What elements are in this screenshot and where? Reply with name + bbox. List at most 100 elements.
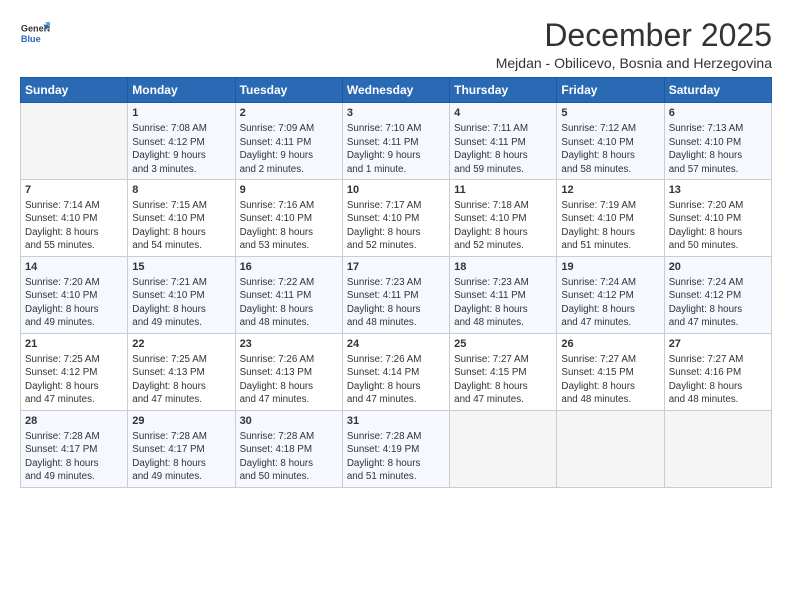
table-row: 22Sunrise: 7:25 AMSunset: 4:13 PMDayligh… [128, 333, 235, 410]
cell-info: Sunrise: 7:27 AMSunset: 4:16 PMDaylight:… [669, 354, 744, 406]
day-number: 27 [669, 337, 767, 352]
table-row: 12Sunrise: 7:19 AMSunset: 4:10 PMDayligh… [557, 180, 664, 257]
table-row: 28 Sunrise: 7:28 AMSunset: 4:17 PMDayligh… [21, 410, 128, 487]
cell-info: Sunrise: 7:12 AMSunset: 4:10 PMDaylight:… [561, 123, 636, 175]
cell-info: Sunrise: 7:16 AMSunset: 4:10 PMDaylight:… [240, 200, 315, 252]
table-row: 5 Sunrise: 7:12 AMSunset: 4:10 PMDaylight… [557, 103, 664, 180]
cell-info: Sunrise: 7:24 AMSunset: 4:12 PMDaylight:… [561, 277, 636, 329]
cell-info: Sunrise: 7:09 AMSunset: 4:11 PMDaylight:… [240, 123, 315, 175]
logo: General Blue [20, 18, 50, 48]
day-number: 13 [669, 183, 767, 198]
day-number: 8 [132, 183, 230, 198]
day-number: 21 [25, 337, 123, 352]
calendar-table: Sunday Monday Tuesday Wednesday Thursday… [20, 77, 772, 488]
cell-info: Sunrise: 7:11 AMSunset: 4:11 PMDaylight:… [454, 123, 528, 175]
cell-info: Sunrise: 7:22 AMSunset: 4:11 PMDaylight:… [240, 277, 315, 329]
day-number: 1 [132, 106, 230, 121]
cell-info: Sunrise: 7:20 AMSunset: 4:10 PMDaylight:… [669, 200, 744, 252]
day-number: 23 [240, 337, 338, 352]
table-row: 2 Sunrise: 7:09 AMSunset: 4:11 PMDaylight… [235, 103, 342, 180]
cell-info: Sunrise: 7:26 AMSunset: 4:14 PMDaylight:… [347, 354, 422, 406]
table-row: 23 Sunrise: 7:26 AMSunset: 4:13 PMDayligh… [235, 333, 342, 410]
cell-info: Sunrise: 7:14 AMSunset: 4:10 PMDaylight:… [25, 200, 100, 252]
day-number: 3 [347, 106, 445, 121]
cell-info: Sunrise: 7:27 AMSunset: 4:15 PMDaylight:… [454, 354, 529, 406]
col-saturday: Saturday [664, 78, 771, 103]
cell-info: Sunrise: 7:28 AMSunset: 4:18 PMDaylight:… [240, 431, 315, 483]
day-number: 15 [132, 260, 230, 275]
cell-info: Sunrise: 7:28 AMSunset: 4:19 PMDaylight:… [347, 431, 422, 483]
table-row: 9 Sunrise: 7:16 AMSunset: 4:10 PMDaylight… [235, 180, 342, 257]
table-row [450, 410, 557, 487]
cell-info: Sunrise: 7:26 AMSunset: 4:13 PMDaylight:… [240, 354, 315, 406]
header: General Blue December 2025 Mejdan - Obil… [20, 18, 772, 71]
cell-info: Sunrise: 7:23 AMSunset: 4:11 PMDaylight:… [347, 277, 422, 329]
day-number: 29 [132, 414, 230, 429]
day-number: 5 [561, 106, 659, 121]
table-row: 7 Sunrise: 7:14 AMSunset: 4:10 PMDaylight… [21, 180, 128, 257]
day-number: 9 [240, 183, 338, 198]
day-number: 26 [561, 337, 659, 352]
day-number: 30 [240, 414, 338, 429]
table-row: 11 Sunrise: 7:18 AMSunset: 4:10 PMDayligh… [450, 180, 557, 257]
day-number: 7 [25, 183, 123, 198]
table-row: 31 Sunrise: 7:28 AMSunset: 4:19 PMDayligh… [342, 410, 449, 487]
cell-info: Sunrise: 7:28 AMSunset: 4:17 PMDaylight:… [132, 431, 207, 483]
table-row: 4 Sunrise: 7:11 AMSunset: 4:11 PMDaylight… [450, 103, 557, 180]
table-row: 27 Sunrise: 7:27 AMSunset: 4:16 PMDayligh… [664, 333, 771, 410]
col-wednesday: Wednesday [342, 78, 449, 103]
col-monday: Monday [128, 78, 235, 103]
table-row: 1 Sunrise: 7:08 AMSunset: 4:12 PMDaylight… [128, 103, 235, 180]
table-row: 26 Sunrise: 7:27 AMSunset: 4:15 PMDayligh… [557, 333, 664, 410]
day-number: 11 [454, 183, 552, 198]
col-sunday: Sunday [21, 78, 128, 103]
cell-info: Sunrise: 7:08 AMSunset: 4:12 PMDaylight:… [132, 123, 207, 175]
cell-info: Sunrise: 7:18 AMSunset: 4:10 PMDaylight:… [454, 200, 529, 252]
day-number: 24 [347, 337, 445, 352]
day-number: 17 [347, 260, 445, 275]
day-number: 2 [240, 106, 338, 121]
table-row: 10Sunrise: 7:17 AMSunset: 4:10 PMDayligh… [342, 180, 449, 257]
table-row: 29 Sunrise: 7:28 AMSunset: 4:17 PMDayligh… [128, 410, 235, 487]
subtitle: Mejdan - Obilicevo, Bosnia and Herzegovi… [496, 55, 772, 71]
day-number: 31 [347, 414, 445, 429]
table-row: 14 Sunrise: 7:20 AMSunset: 4:10 PMDayligh… [21, 257, 128, 334]
cell-info: Sunrise: 7:20 AMSunset: 4:10 PMDaylight:… [25, 277, 100, 329]
cell-info: Sunrise: 7:10 AMSunset: 4:11 PMDaylight:… [347, 123, 422, 175]
day-number: 10 [347, 183, 445, 198]
cell-info: Sunrise: 7:28 AMSunset: 4:17 PMDaylight:… [25, 431, 100, 483]
cell-info: Sunrise: 7:25 AMSunset: 4:13 PMDaylight:… [132, 354, 207, 406]
col-tuesday: Tuesday [235, 78, 342, 103]
day-number: 4 [454, 106, 552, 121]
table-row: 16 Sunrise: 7:22 AMSunset: 4:11 PMDayligh… [235, 257, 342, 334]
table-row: 30 Sunrise: 7:28 AMSunset: 4:18 PMDayligh… [235, 410, 342, 487]
table-row: 6 Sunrise: 7:13 AMSunset: 4:10 PMDaylight… [664, 103, 771, 180]
day-number: 6 [669, 106, 767, 121]
day-number: 20 [669, 260, 767, 275]
cell-info: Sunrise: 7:19 AMSunset: 4:10 PMDaylight:… [561, 200, 636, 252]
table-row [21, 103, 128, 180]
table-row: 3 Sunrise: 7:10 AMSunset: 4:11 PMDaylight… [342, 103, 449, 180]
table-row: 19Sunrise: 7:24 AMSunset: 4:12 PMDayligh… [557, 257, 664, 334]
table-row [557, 410, 664, 487]
col-thursday: Thursday [450, 78, 557, 103]
table-row: 17 Sunrise: 7:23 AMSunset: 4:11 PMDayligh… [342, 257, 449, 334]
cell-info: Sunrise: 7:25 AMSunset: 4:12 PMDaylight:… [25, 354, 100, 406]
day-number: 16 [240, 260, 338, 275]
table-row: 18Sunrise: 7:23 AMSunset: 4:11 PMDayligh… [450, 257, 557, 334]
table-row: 21 Sunrise: 7:25 AMSunset: 4:12 PMDayligh… [21, 333, 128, 410]
cell-info: Sunrise: 7:23 AMSunset: 4:11 PMDaylight:… [454, 277, 529, 329]
table-row: 25Sunrise: 7:27 AMSunset: 4:15 PMDayligh… [450, 333, 557, 410]
cell-info: Sunrise: 7:15 AMSunset: 4:10 PMDaylight:… [132, 200, 207, 252]
main-title: December 2025 [496, 18, 772, 53]
cell-info: Sunrise: 7:24 AMSunset: 4:12 PMDaylight:… [669, 277, 744, 329]
logo-icon: General Blue [20, 18, 50, 48]
cell-info: Sunrise: 7:13 AMSunset: 4:10 PMDaylight:… [669, 123, 744, 175]
table-row [664, 410, 771, 487]
cell-info: Sunrise: 7:27 AMSunset: 4:15 PMDaylight:… [561, 354, 636, 406]
day-number: 14 [25, 260, 123, 275]
page: General Blue December 2025 Mejdan - Obil… [0, 0, 792, 612]
table-row: 13 Sunrise: 7:20 AMSunset: 4:10 PMDayligh… [664, 180, 771, 257]
day-number: 28 [25, 414, 123, 429]
table-row: 24 Sunrise: 7:26 AMSunset: 4:14 PMDayligh… [342, 333, 449, 410]
